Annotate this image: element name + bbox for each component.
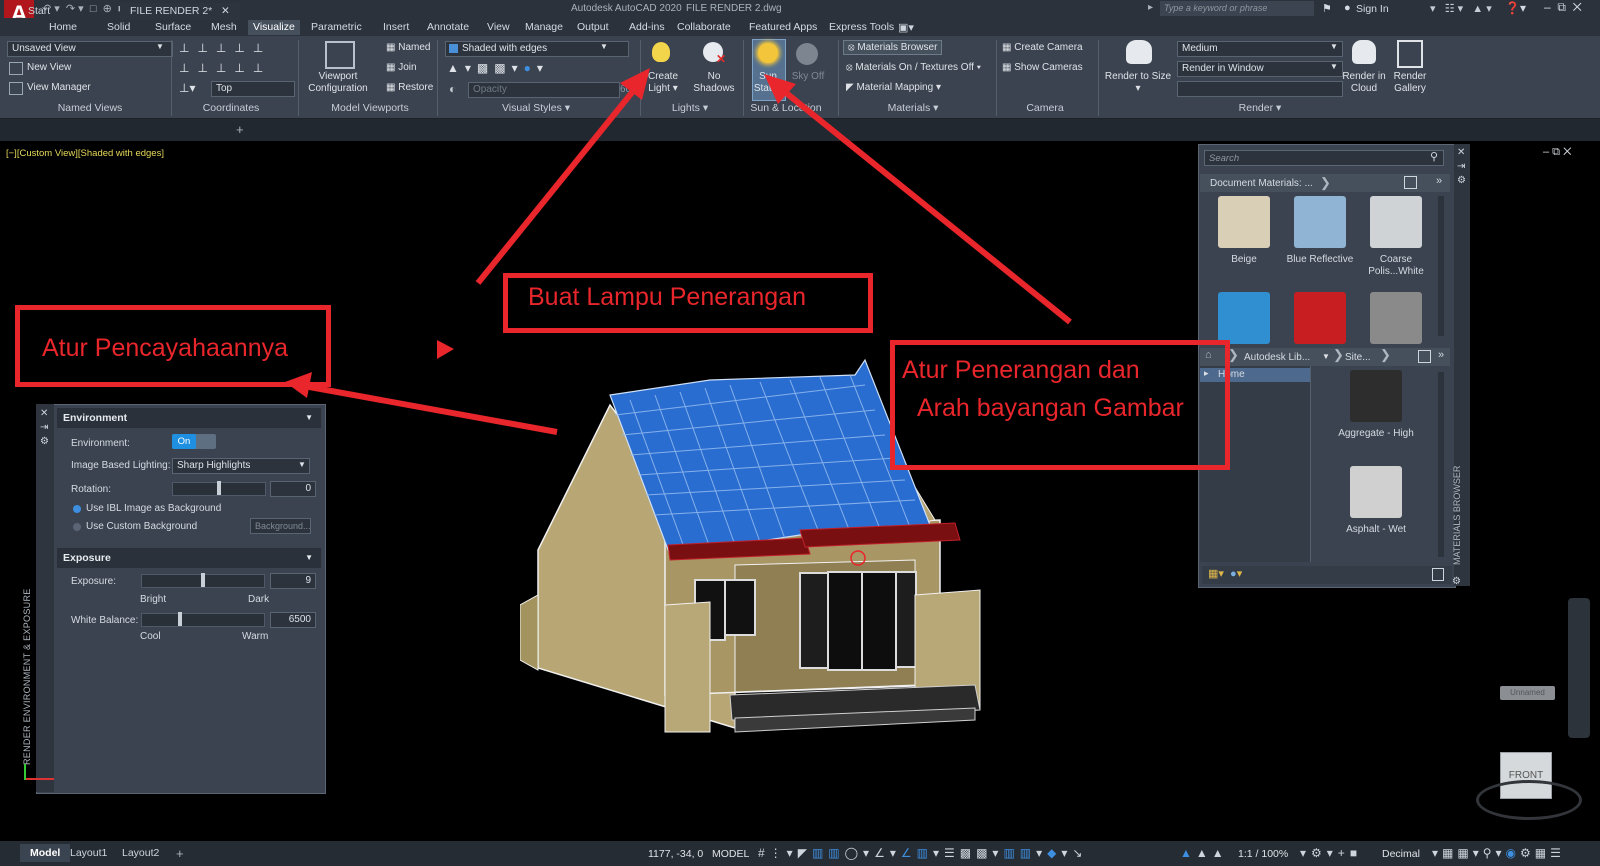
annotation-text-env: Atur Pencayahaannya <box>42 334 289 362</box>
annotation-text-sun-line2: Arah bayangan Gambar <box>917 394 1184 422</box>
arrow-to-environment <box>303 383 558 435</box>
annotation-text-sun-line1: Atur Penerangan dan <box>902 356 1140 384</box>
arrowhead <box>620 68 650 100</box>
annotation-text-lights: Buat Lampu Penerangan <box>528 283 806 311</box>
arrowhead-small <box>437 340 454 359</box>
arrow-to-create-light <box>475 83 641 285</box>
annotation-arrows <box>285 68 1072 435</box>
